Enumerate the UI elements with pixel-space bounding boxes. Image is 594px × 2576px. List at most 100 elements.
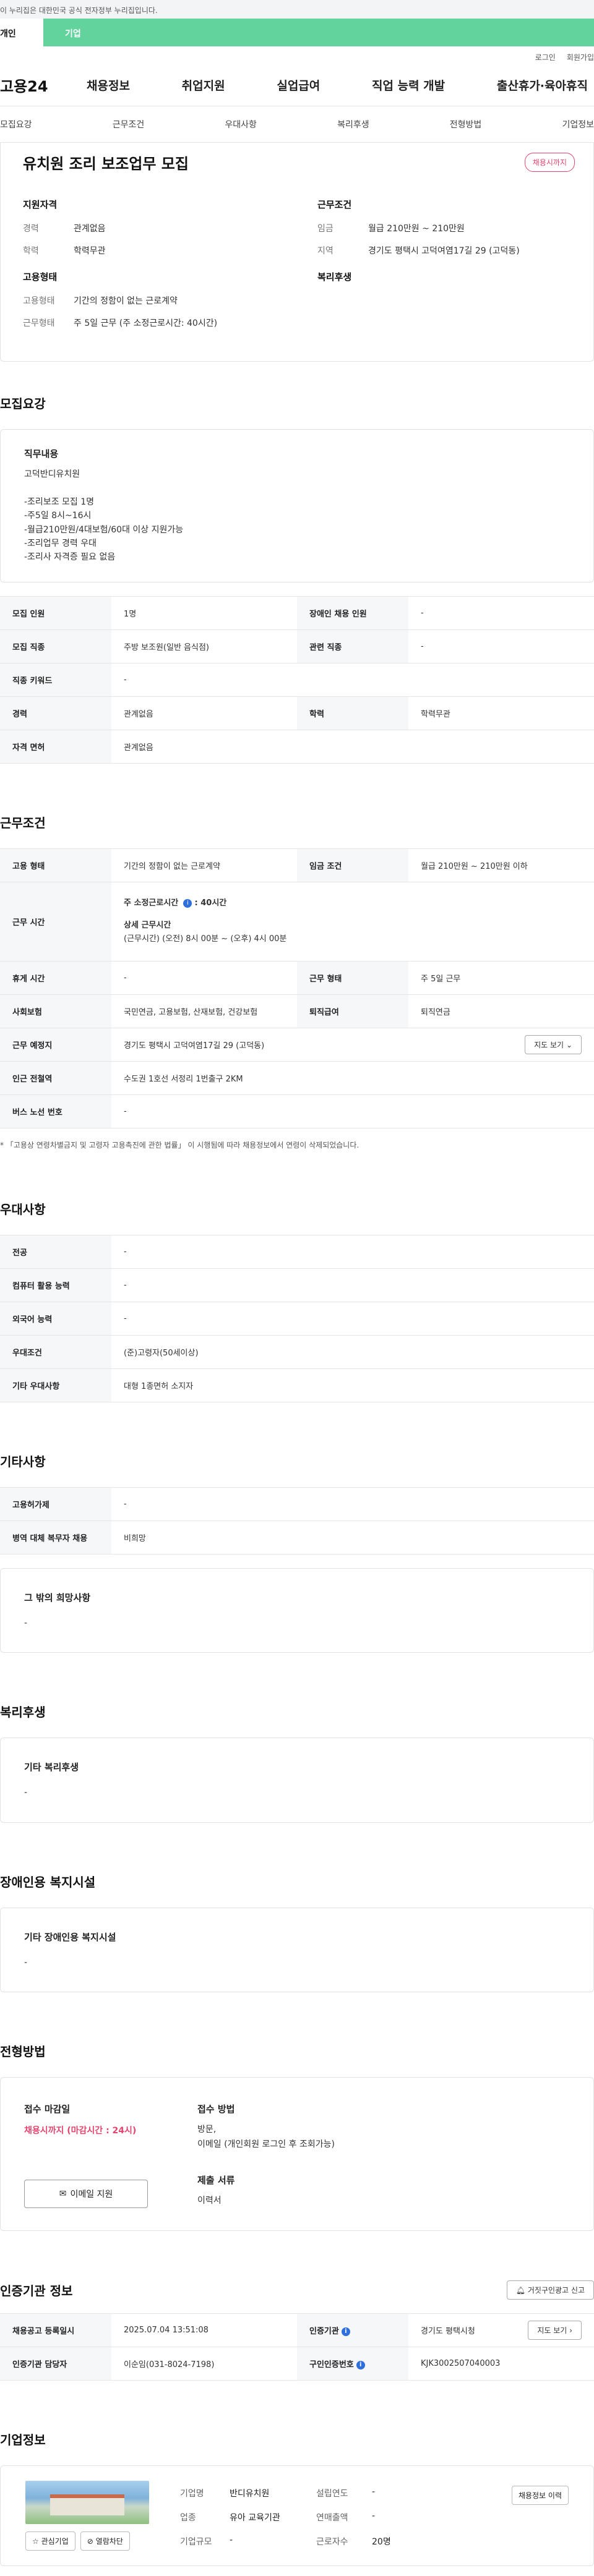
table-cell: 관계없음 <box>111 696 297 730</box>
mail-icon: ✉ <box>59 2188 67 2199</box>
nav-item-jobs[interactable]: 채용정보 <box>87 77 130 93</box>
company-industry: 유아 교육기관 <box>230 2513 280 2523</box>
table-header-cell: 모집 직종 <box>0 629 111 663</box>
table-cell: 주 5일 근무 <box>408 960 594 995</box>
table-header-cell: 임금 조건 <box>297 848 408 882</box>
table-cell: 학력무관 <box>408 696 594 730</box>
tab-pref[interactable]: 우대사항 <box>225 118 257 130</box>
table-cell: (준)고령자(50세이상) <box>111 1334 594 1369</box>
cert-map-label: 지도 보기 <box>537 2326 567 2335</box>
table-cell: 2025.07.04 13:51:08 <box>111 2313 297 2348</box>
table-cell: - <box>111 1234 594 1269</box>
tab-apply[interactable]: 전형방법 <box>450 118 482 130</box>
favorite-button[interactable]: ☆ 관심기업 <box>25 2531 75 2551</box>
section-disabled-title: 장애인용 복지시설 <box>0 1874 96 1890</box>
job-title: 유치원 조리 보조업무 모집 <box>23 155 189 173</box>
table-row: 우대조건 (준)고령자(50세이상) <box>0 1334 594 1369</box>
nav-item-leave[interactable]: 출산휴가·육아휴직 <box>497 77 588 93</box>
table-header-cell: 자격 면허 <box>0 729 111 764</box>
table-cell: - <box>111 1268 594 1302</box>
pref-table: 전공 - 컴퓨터 활용 능력 - 외국어 능력 - 우대조건 (준)고령자(50세이상)… <box>0 1234 594 1402</box>
table-cell: - <box>408 629 594 663</box>
status-badge: 채용시까지 <box>524 153 575 172</box>
company-name: 반디유치원 <box>230 2489 270 2499</box>
nav-item-employment-support[interactable]: 취업지원 <box>182 77 225 93</box>
favorite-label: 관심기업 <box>41 2537 69 2546</box>
emp-title: 고용형태 <box>23 271 58 283</box>
company-info: 기업명 반디유치원 설립연도 - 업종 유아 교육기관 연매출액 - 기업규모 … <box>180 2487 446 2551</box>
emp-key: 고용형태 <box>23 296 55 306</box>
table-row: 휴게 시간 - 근무 형태 주 5일 근무 <box>0 960 594 995</box>
cert-map-button[interactable]: 지도 보기 › <box>528 2321 582 2340</box>
table-cell: 월급 210만원 ~ 210만원 이하 <box>408 848 594 882</box>
hours-detail-title: 상세 근무시간 <box>124 921 171 931</box>
tab-company[interactable]: 기업정보 <box>562 118 594 130</box>
table-cell: 대형 1종면허 소지자 <box>111 1368 594 1402</box>
info-icon[interactable]: i <box>341 2327 350 2336</box>
apply-box: 접수 마감일 채용시까지 (마감시간 : 24시) ✉ 이메일 지원 접수 방법… <box>0 2076 594 2232</box>
table-cell: - <box>408 595 594 630</box>
report-button-label: 거짓구인광고 신고 <box>527 2286 585 2295</box>
tab-recruit[interactable]: 모집요강 <box>0 118 32 130</box>
tab-work[interactable]: 근무조건 <box>113 118 145 130</box>
age-note: * 「고용상 연령차별금지 및 고령자 고용촉진에 관한 법률」 이 시행됨에 … <box>0 1140 359 1149</box>
duty-text: 고덕반디유치원 -조리보조 모집 1명 -주5일 8시~16시 -월급210만원… <box>24 469 184 563</box>
company-photo <box>25 2481 149 2525</box>
usertype-bar: 개인 기업 <box>0 19 594 46</box>
table-row: 인근 전철역 수도권 1호선 서정리 1번출구 2KM <box>0 1060 594 1095</box>
nav-item-training[interactable]: 직업 능력 개발 <box>372 77 445 93</box>
table-header-cell: 채용공고 등록일시 <box>0 2313 111 2348</box>
company-employees: 20명 <box>372 2537 391 2548</box>
info-icon[interactable]: i <box>356 2360 365 2369</box>
table-header-cell: 인근 전철역 <box>0 1060 111 1095</box>
place-cell: 경기도 평택시 고덕여염17길 29 (고덕동) 지도 보기 ⌄ <box>111 1027 594 1062</box>
tab-corporate[interactable]: 기업 <box>43 19 594 46</box>
table-row: 채용공고 등록일시 2025.07.04 13:51:08 인증기관 i 경기도 … <box>0 2313 594 2348</box>
wish-text: - <box>24 1618 28 1628</box>
gnb-menu: 채용정보 취업지원 실업급여 직업 능력 개발 출산휴가·육아휴직 <box>87 77 594 93</box>
company-year: - <box>372 2487 376 2497</box>
duty-box: 직무내용 고덕반디유치원 -조리보조 모집 1명 -주5일 8시~16시 -월급… <box>0 429 594 582</box>
tab-welfare[interactable]: 복리후생 <box>337 118 369 130</box>
history-button[interactable]: 채용정보 이력 <box>511 2486 569 2506</box>
logo[interactable]: 고용24 <box>0 74 87 96</box>
chevron-down-icon: ⌄ <box>566 1040 572 1049</box>
section-apply-title: 전형방법 <box>0 2044 46 2059</box>
welfare-box: 기타 복리후생 - <box>0 1738 594 1823</box>
table-header-cell: 병역 대체 복무자 채용 <box>0 1520 111 1555</box>
signup-link[interactable]: 회원가입 <box>567 52 594 64</box>
table-row: 컴퓨터 활용 능력 - <box>0 1268 594 1302</box>
section-tabs: 모집요강 근무조건 우대사항 복리후생 전형방법 기업정보 <box>0 106 594 143</box>
disabled-box-title: 기타 장애인용 복지시설 <box>24 1931 116 1943</box>
table-header-cell: 사회보험 <box>0 994 111 1028</box>
tab-individual[interactable]: 개인 <box>0 19 43 46</box>
table-cell: 국민연금, 고용보험, 산재보험, 건강보험 <box>111 994 297 1028</box>
qual-key: 학력 <box>23 246 39 256</box>
deadline-title: 접수 마감일 <box>24 2103 71 2115</box>
table-header-cell: 외국어 능력 <box>0 1301 111 1336</box>
map-button[interactable]: 지도 보기 ⌄ <box>525 1034 582 1054</box>
table-cell: 관계없음 <box>111 729 594 764</box>
nav-item-unemployment[interactable]: 실업급여 <box>277 77 320 93</box>
qual-key: 경력 <box>23 224 39 234</box>
info-icon[interactable]: i <box>183 898 192 908</box>
summary-card: 유치원 조리 보조업무 모집 채용시까지 지원자격 경력 관계없음 학력 학력무관 … <box>0 143 594 362</box>
table-row: 기타 우대사항 대형 1종면허 소지자 <box>0 1368 594 1402</box>
wish-title: 그 밖의 희망사항 <box>24 1592 91 1603</box>
table-row: 인증기관 담당자 이순임(031-8024-7198) 구인인증번호 i KJK3… <box>0 2347 594 2381</box>
table-header-cell: 휴게 시간 <box>0 960 111 995</box>
hours-cell: 주 소정근로시간 i : 40시간 상세 근무시간 (근무시간) (오전) 8시… <box>111 881 594 962</box>
place-value: 경기도 평택시 고덕여염17길 29 (고덕동) <box>124 1041 265 1051</box>
email-apply-button[interactable]: ✉ 이메일 지원 <box>24 2179 148 2208</box>
report-button[interactable]: 🔔︎ 거짓구인광고 신고 <box>506 2280 594 2300</box>
section-welfare-title: 복리후생 <box>0 1705 46 1720</box>
disabled-box-text: - <box>24 1957 28 1968</box>
table-row: 병역 대체 복무자 채용 비희망 <box>0 1520 594 1555</box>
welfare-title: 복리후생 <box>317 271 352 283</box>
login-link[interactable]: 로그인 <box>535 52 556 64</box>
table-header-cell: 퇴직급여 <box>297 994 408 1028</box>
star-icon: ☆ <box>32 2537 39 2546</box>
gov-banner: 이 누리집은 대한민국 공식 전자정부 누리집입니다. <box>0 0 594 19</box>
welfare-box-text: - <box>24 1788 28 1798</box>
block-button[interactable]: ⊘ 열람차단 <box>80 2531 130 2551</box>
